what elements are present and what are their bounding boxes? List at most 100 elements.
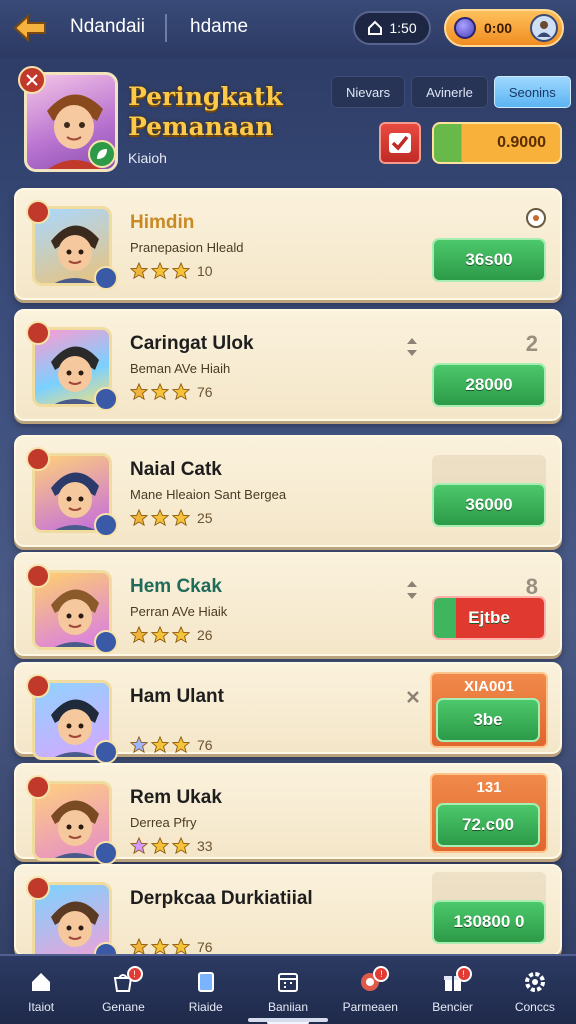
star-icon	[151, 736, 169, 754]
confirm-button[interactable]	[379, 122, 421, 164]
element-badge	[26, 321, 50, 345]
person-icon	[537, 21, 551, 37]
class-badge	[94, 513, 118, 537]
rank-number: 2	[525, 331, 538, 356]
nav-item[interactable]: ! Bencier	[411, 956, 493, 1024]
currency-value: 0:00	[484, 20, 513, 36]
character-name: Rem Ukak	[130, 787, 222, 808]
header-value-button[interactable]: 0.9000	[432, 122, 562, 164]
segment-tab-3[interactable]: Seonins	[493, 76, 571, 108]
nav-item[interactable]: Conccs	[494, 956, 576, 1024]
profile-avatar[interactable]	[530, 14, 558, 42]
home-counter-value: 1:50	[389, 20, 417, 36]
ranking-card[interactable]: Derpkcaa Durkiatiial 76 130800 0	[14, 864, 562, 966]
ranking-card[interactable]: Rem Ukak Derrea Pfry 33 2 131 72.c00	[14, 763, 562, 865]
gem-coin-icon	[454, 17, 476, 39]
ranking-card[interactable]: Himdin Pranepasion Hleald 10 36s00	[14, 188, 562, 300]
class-badge	[94, 740, 118, 764]
segment-tab-2[interactable]: Avinerle	[411, 76, 488, 108]
segment-tabs: Nievars Avinerle Seonins	[331, 76, 571, 108]
element-badge	[26, 200, 50, 224]
checkmark-icon	[389, 133, 411, 153]
value-button[interactable]: 36s00	[432, 238, 546, 282]
element-badge	[26, 447, 50, 471]
nav-label: Bencier	[432, 1000, 473, 1014]
reward-panel: XIA001 3be	[430, 672, 548, 748]
page-title-line-1: Peringkatk	[128, 82, 283, 111]
nav-item[interactable]: Itaiot	[0, 956, 82, 1024]
rank-gem-icon	[130, 383, 148, 401]
nav-item[interactable]: ! Parmeaen	[329, 956, 411, 1024]
rating-value: 26	[197, 627, 213, 643]
updown-icon	[407, 581, 417, 599]
top-tab-1[interactable]: Ndandaii	[70, 16, 145, 38]
updown-icon	[407, 338, 417, 356]
nav-item[interactable]: Riaide	[165, 956, 247, 1024]
star-icon	[172, 626, 190, 644]
notification-badge: !	[455, 966, 472, 982]
star-icon	[151, 509, 169, 527]
value-button[interactable]: 72.c00	[436, 803, 540, 847]
nav-item[interactable]: Baniian	[247, 956, 329, 1024]
star-rating: 25	[130, 509, 213, 527]
home-counter-pill[interactable]: 1:50	[353, 11, 431, 45]
star-icon	[172, 262, 190, 280]
nav-label: Genane	[102, 1000, 145, 1014]
rank-gem-icon	[130, 736, 148, 754]
rating-value: 10	[197, 263, 213, 279]
nav-label: Itaiot	[28, 1000, 55, 1014]
level-badge	[18, 66, 46, 94]
value-button[interactable]: 28000	[432, 363, 546, 407]
reward-label: XIA001	[463, 678, 515, 695]
gear-icon	[526, 208, 546, 228]
star-icon	[151, 837, 169, 855]
gear-icon	[524, 972, 545, 992]
value-button[interactable]: 36000	[432, 483, 546, 527]
class-badge	[94, 841, 118, 865]
value-button[interactable]: Ejtbe	[432, 596, 546, 640]
top-tab-2[interactable]: hdame	[190, 16, 248, 38]
page-title-line-2: Pemanaan	[128, 112, 274, 141]
rating-value: 76	[197, 939, 213, 955]
rating-value: 76	[197, 384, 213, 400]
page-subtitle: Kiaioh	[128, 150, 167, 166]
currency-pill[interactable]: 0:00	[444, 9, 564, 47]
star-icon	[151, 383, 169, 401]
ranking-card[interactable]: Caringat Ulok Beman AVe Hiaih 76 2 28000	[14, 309, 562, 421]
segment-tab-1[interactable]: Nievars	[331, 76, 406, 108]
nav-item[interactable]: ! Genane	[82, 956, 164, 1024]
rank-gem-icon	[130, 509, 148, 527]
character-subtitle: Mane Hleaion Sant Bergea	[130, 487, 287, 502]
rating-value: 33	[197, 838, 213, 854]
ranking-card[interactable]: Ham Ulant 76 XIA001 3be	[14, 662, 562, 764]
star-rating: 26	[130, 626, 213, 644]
rank-gem-icon	[130, 837, 148, 855]
class-badge	[94, 387, 118, 411]
house-icon	[368, 20, 383, 35]
nav-label: Baniian	[267, 1000, 308, 1014]
ranking-card[interactable]: Naial Catk Mane Hleaion Sant Bergea 25 3…	[14, 435, 562, 547]
star-rating: 10	[130, 262, 213, 280]
cross-icon	[407, 691, 419, 703]
reward-panel: 131 72.c00	[430, 773, 548, 853]
star-icon	[151, 262, 169, 280]
element-badge	[26, 876, 50, 900]
rank-gem-icon	[130, 262, 148, 280]
ranking-card[interactable]: Hem Ckak Perran AVe Hiaik 26 8 Ejtbe	[14, 552, 562, 656]
top-divider	[165, 14, 167, 42]
home-indicator	[248, 1018, 328, 1022]
header-panel: Peringkatk Pemanaan Kiaioh Nievars Avine…	[14, 60, 571, 182]
notification-badge: !	[126, 966, 143, 982]
card-icon	[197, 972, 214, 992]
class-badge	[88, 140, 116, 168]
value-button[interactable]: 3be	[436, 698, 540, 742]
rating-value: 76	[197, 737, 213, 753]
character-subtitle: Derrea Pfry	[130, 815, 197, 830]
back-button[interactable]	[12, 12, 48, 44]
class-badge	[94, 266, 118, 290]
element-badge	[26, 564, 50, 588]
nav-label: Riaide	[188, 1000, 223, 1014]
value-button[interactable]: 130800 0	[432, 900, 546, 944]
star-icon	[172, 509, 190, 527]
element-badge	[26, 775, 50, 799]
